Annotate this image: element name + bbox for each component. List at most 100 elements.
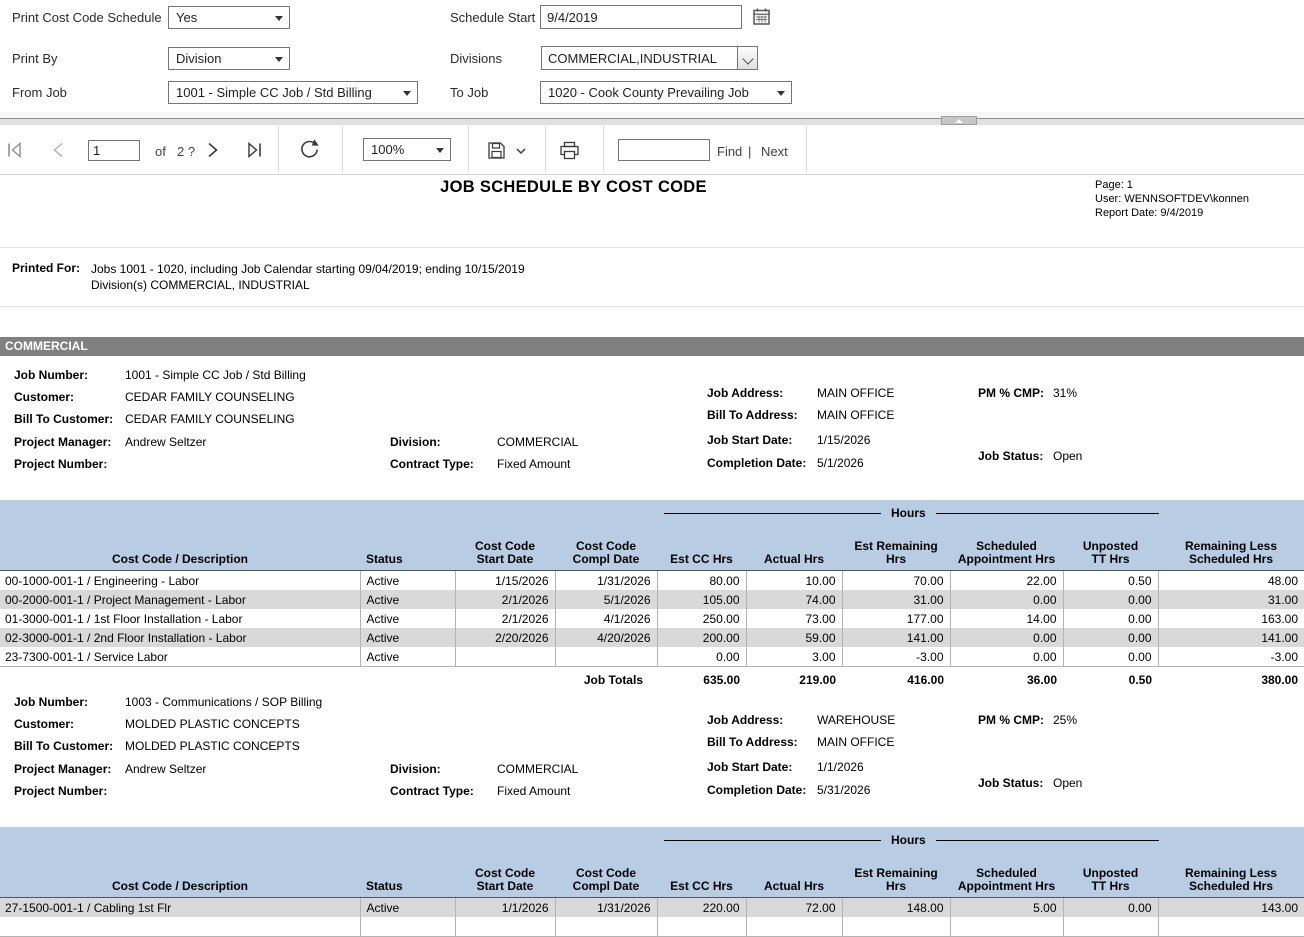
table-cell: 4/20/2026 [555, 628, 657, 647]
column-header: Cost Code Compl Date [555, 853, 657, 898]
select-value: 100% [371, 142, 404, 157]
table-cell: 23-7300-001-1 / Service Labor [0, 647, 360, 667]
first-page-button[interactable] [6, 142, 23, 158]
hours-group-row: Hours [0, 500, 1304, 526]
find-next-separator: | [748, 144, 751, 159]
schedule-start-input[interactable] [540, 5, 742, 29]
project-manager-value: Andrew Seltzer [125, 762, 206, 776]
table-cell [555, 917, 657, 937]
completion-date-value: 5/31/2026 [817, 783, 870, 797]
table-cell: 00-1000-001-1 / Engineering - Labor [0, 571, 360, 591]
collapse-parameters-handle[interactable] [941, 116, 977, 125]
last-page-button[interactable] [246, 142, 263, 158]
table-cell: 2/1/2026 [455, 590, 555, 609]
report-body: JOB SCHEDULE BY COST CODE Page: 1 User: … [0, 175, 1304, 916]
print-by-select[interactable]: Division [168, 47, 290, 70]
bill-to-customer-value: MOLDED PLASTIC CONCEPTS [125, 739, 300, 753]
parameter-panel: Print Cost Code Schedule Yes Print By Di… [0, 0, 1304, 112]
column-header: Remaining Less Scheduled Hrs [1158, 526, 1304, 571]
chevron-down-icon [742, 53, 753, 64]
table-cell: 2/1/2026 [455, 609, 555, 628]
divisions-input[interactable] [541, 46, 738, 70]
table-cell: 02-3000-001-1 / 2nd Floor Installation -… [0, 628, 360, 647]
to-job-select[interactable]: 1020 - Cook County Prevailing Job [540, 81, 792, 104]
toolbar-separator [545, 126, 546, 173]
page-info: Page: 1 User: WENNSOFTDEV\konnen Report … [1095, 178, 1249, 220]
page-total-label: 2 ? [177, 144, 195, 159]
down-triangle-icon [777, 91, 785, 96]
table-row: 23-7300-001-1 / Service LaborActive0.003… [0, 647, 1304, 667]
report-title: JOB SCHEDULE BY COST CODE [0, 178, 1147, 197]
from-job-label: From Job [12, 85, 67, 100]
divider [0, 306, 1304, 307]
bill-to-address-label: Bill To Address: [707, 408, 798, 422]
print-button[interactable] [559, 141, 580, 160]
column-header: Status [360, 853, 455, 898]
column-header: Cost Code Compl Date [555, 526, 657, 571]
down-triangle-icon [275, 16, 283, 21]
save-export-button[interactable] [487, 141, 527, 160]
page-of-label: of [155, 144, 166, 159]
pm-cmp-label: PM % CMP: [978, 713, 1044, 727]
find-input[interactable] [618, 139, 710, 161]
contract-type-label: Contract Type: [390, 784, 474, 798]
bill-to-address-value: MAIN OFFICE [817, 735, 894, 749]
job-start-date-value: 1/1/2026 [817, 760, 864, 774]
table-cell: 1/15/2026 [455, 571, 555, 591]
printed-for-line1: Jobs 1001 - 1020, including Job Calendar… [91, 261, 525, 277]
table-row: 00-1000-001-1 / Engineering - LaborActiv… [0, 571, 1304, 591]
next-page-button[interactable] [206, 142, 220, 158]
hours-line-right [936, 840, 1159, 841]
table-cell: Active [360, 571, 455, 591]
bill-to-address-value: MAIN OFFICE [817, 408, 894, 422]
table-cell: Active [360, 647, 455, 667]
previous-page-button[interactable] [51, 142, 65, 158]
column-header: Cost Code Start Date [455, 853, 555, 898]
table-cell: 200.00 [657, 628, 746, 647]
find-next-button[interactable]: Next [761, 144, 788, 159]
column-header: Cost Code Start Date [455, 526, 555, 571]
calendar-button[interactable] [751, 7, 771, 27]
job-status-value: Open [1053, 449, 1082, 463]
refresh-button[interactable] [298, 138, 321, 161]
table-cell: 220.00 [657, 898, 746, 918]
zoom-select[interactable]: 100% [363, 138, 451, 161]
cost-code-table: Hours Cost Code / Description Status Cos… [0, 827, 1304, 937]
table-cell: 0.50 [1063, 571, 1158, 591]
toolbar-separator [278, 126, 279, 173]
customer-value: MOLDED PLASTIC CONCEPTS [125, 717, 300, 731]
toolbar-separator [468, 126, 469, 173]
schedule-start-label: Schedule Start [450, 10, 535, 25]
table-cell [950, 917, 1063, 937]
bill-to-customer-label: Bill To Customer: [14, 739, 113, 753]
down-triangle-icon [275, 57, 283, 62]
hours-group-label: Hours [891, 833, 926, 847]
divisions-dropdown-button[interactable] [737, 46, 758, 70]
table-cell: 0.00 [1063, 898, 1158, 918]
job-number-value: 1001 - Simple CC Job / Std Billing [125, 368, 306, 382]
select-value: Yes [176, 10, 197, 25]
table-cell [1063, 917, 1158, 937]
project-number-label: Project Number: [14, 457, 107, 471]
table-cell: 70.00 [842, 571, 950, 591]
pm-cmp-value: 25% [1053, 713, 1077, 727]
table-cell [842, 917, 950, 937]
table-row: 27-1500-001-1 / Cabling 1st FlrActive1/1… [0, 898, 1304, 918]
page-number-input[interactable] [88, 140, 140, 161]
find-button[interactable]: Find [717, 144, 742, 159]
completion-date-label: Completion Date: [707, 783, 806, 797]
table-cell: 59.00 [746, 628, 842, 647]
table-cell: 0.00 [950, 647, 1063, 667]
job-address-value: MAIN OFFICE [817, 386, 894, 400]
table-cell: 74.00 [746, 590, 842, 609]
from-job-select[interactable]: 1001 - Simple CC Job / Std Billing [168, 81, 418, 104]
contract-type-value: Fixed Amount [497, 784, 570, 798]
column-header: Scheduled Appointment Hrs [950, 853, 1063, 898]
print-icon [559, 141, 580, 160]
table-cell: -3.00 [1158, 647, 1304, 667]
division-value: COMMERCIAL [497, 762, 578, 776]
page-info-user: User: WENNSOFTDEV\konnen [1095, 192, 1249, 206]
project-manager-value: Andrew Seltzer [125, 435, 206, 449]
print-by-label: Print By [12, 51, 58, 66]
print-cost-code-schedule-select[interactable]: Yes [168, 6, 290, 29]
